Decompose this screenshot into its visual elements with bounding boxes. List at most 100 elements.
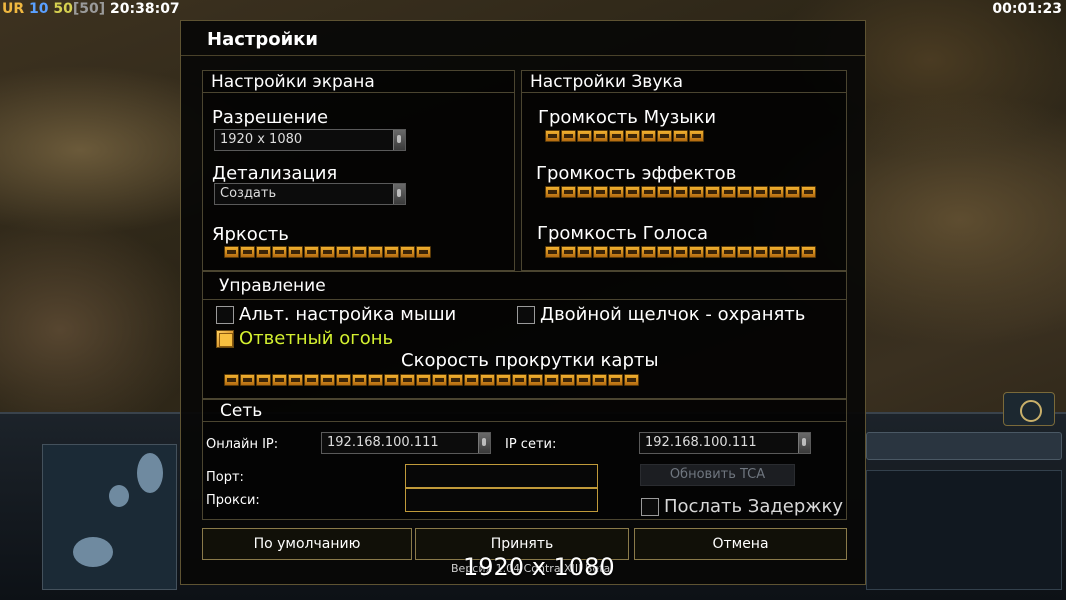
slider-segment (480, 374, 495, 386)
slider-segment (609, 186, 624, 198)
brightness-label: Яркость (212, 224, 289, 245)
game-timer: 00:01:23 (992, 1, 1062, 17)
slider-segment (609, 130, 624, 142)
dialog-title: Настройки (207, 29, 319, 50)
effects-volume-label: Громкость эффектов (536, 163, 737, 184)
slider-segment (272, 374, 287, 386)
slider-segment (705, 246, 720, 258)
return-fire-label: Ответный огонь (239, 328, 394, 349)
slider-segment (689, 246, 704, 258)
return-fire-checkbox[interactable] (216, 330, 234, 348)
slider-segment (561, 130, 576, 142)
scroll-speed-slider[interactable] (224, 374, 640, 388)
slider-segment (624, 374, 639, 386)
slider-segment (593, 246, 608, 258)
network-header: Сеть (203, 400, 846, 422)
dropdown-arrow-icon[interactable] (393, 184, 405, 204)
unit-limit: [50] (72, 1, 106, 17)
slider-segment (576, 374, 591, 386)
slider-segment (673, 186, 688, 198)
controls-header: Управление (203, 272, 846, 300)
slider-segment (448, 374, 463, 386)
top-status-bar: UR 10 50[50] 20:38:07 (2, 1, 180, 17)
slider-segment (689, 186, 704, 198)
online-ip-label: Онлайн IP: (206, 437, 279, 452)
unit-count: 50 (53, 1, 73, 17)
port-input[interactable] (405, 464, 598, 488)
double-click-checkbox[interactable] (517, 306, 535, 324)
player-tag: UR (2, 1, 25, 17)
slider-segment (753, 246, 768, 258)
slider-segment (705, 186, 720, 198)
network-section: Сеть Онлайн IP: 192.168.100.111 IP сети:… (202, 399, 847, 520)
slider-segment (625, 130, 640, 142)
sound-settings-header: Настройки Звука (522, 71, 846, 93)
port-label: Порт: (206, 470, 244, 485)
slider-segment (721, 246, 736, 258)
slider-segment (432, 374, 447, 386)
net-ip-value: 192.168.100.111 (645, 435, 757, 450)
slider-segment (785, 186, 800, 198)
dropdown-arrow-icon[interactable] (393, 130, 405, 150)
minimap-terrain (109, 485, 129, 507)
dropdown-arrow-icon[interactable] (478, 433, 490, 453)
online-ip-select[interactable]: 192.168.100.111 (321, 432, 491, 454)
sound-settings-section: Настройки Звука Громкость Музыки Громкос… (521, 70, 847, 271)
slider-segment (673, 130, 688, 142)
slider-segment (641, 246, 656, 258)
slider-segment (641, 130, 656, 142)
alt-mouse-label: Альт. настройка мыши (239, 304, 457, 325)
slider-segment (384, 246, 399, 258)
slider-segment (352, 374, 367, 386)
slider-segment (400, 374, 415, 386)
slider-segment (561, 186, 576, 198)
net-ip-select[interactable]: 192.168.100.111 (639, 432, 811, 454)
music-volume-slider[interactable] (545, 130, 705, 144)
slider-segment (304, 374, 319, 386)
slider-segment (272, 246, 287, 258)
slider-segment (657, 130, 672, 142)
slider-segment (689, 130, 704, 142)
online-ip-value: 192.168.100.111 (327, 435, 439, 450)
command-bar[interactable] (866, 432, 1062, 460)
proxy-label: Прокси: (206, 493, 260, 508)
brightness-slider[interactable] (224, 246, 432, 260)
slider-segment (304, 246, 319, 258)
minimap[interactable] (42, 444, 177, 590)
slider-segment (625, 186, 640, 198)
slider-segment (560, 374, 575, 386)
detail-label: Детализация (212, 163, 338, 184)
voice-volume-slider[interactable] (545, 246, 817, 260)
slider-segment (737, 186, 752, 198)
proxy-input[interactable] (405, 488, 598, 512)
slider-segment (657, 186, 672, 198)
system-clock: 20:38:07 (110, 1, 180, 17)
alt-mouse-checkbox[interactable] (216, 306, 234, 324)
default-button[interactable]: По умолчанию (202, 528, 412, 560)
update-tca-button[interactable]: Обновить TCA (640, 464, 795, 486)
slider-segment (561, 246, 576, 258)
slider-segment (320, 374, 335, 386)
slider-segment (721, 186, 736, 198)
dropdown-arrow-icon[interactable] (798, 433, 810, 453)
send-delay-checkbox[interactable] (641, 498, 659, 516)
slider-segment (496, 374, 511, 386)
slider-segment (256, 246, 271, 258)
resolution-label: Разрешение (212, 107, 329, 128)
slider-segment (288, 374, 303, 386)
slider-segment (240, 246, 255, 258)
resolution-select[interactable]: 1920 x 1080 (214, 129, 406, 151)
double-click-label: Двойной щелчок - охранять (540, 304, 806, 325)
detail-value: Создать (220, 186, 277, 201)
slider-segment (577, 246, 592, 258)
effects-volume-slider[interactable] (545, 186, 817, 200)
cancel-button[interactable]: Отмена (634, 528, 847, 560)
slider-segment (336, 374, 351, 386)
slider-segment (288, 246, 303, 258)
slider-segment (545, 130, 560, 142)
radar-button[interactable] (1003, 392, 1055, 426)
detail-select[interactable]: Создать (214, 183, 406, 205)
slider-segment (577, 186, 592, 198)
slider-segment (753, 186, 768, 198)
slider-segment (368, 246, 383, 258)
